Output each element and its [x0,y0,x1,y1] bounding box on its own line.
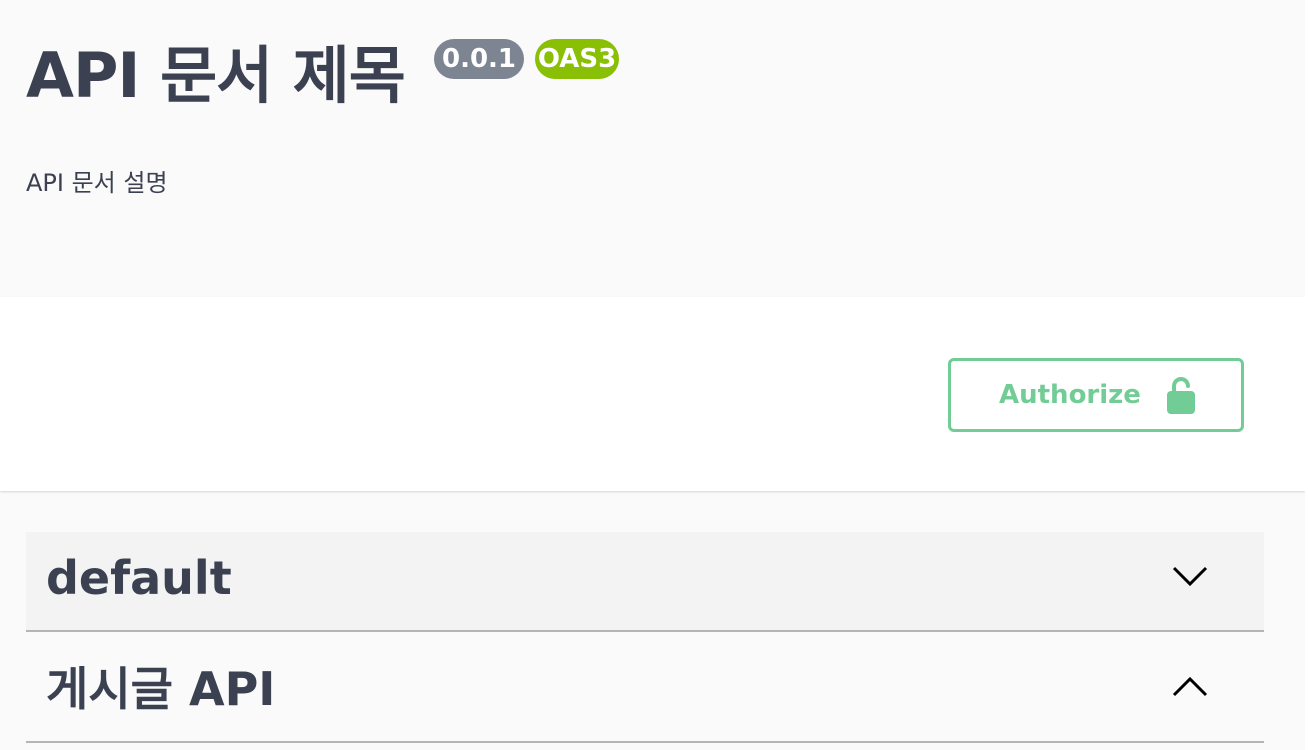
tag-name: default [46,551,232,605]
tag-section-default[interactable]: default [26,532,1264,632]
chevron-down-icon[interactable] [1172,564,1208,588]
tag-section-post-api[interactable]: 게시글 API [26,643,1264,743]
oas-badge: OAS3 [535,39,619,79]
info-section: API 문서 제목 0.0.1 OAS3 API 문서 설명 [0,0,1305,297]
api-description: API 문서 설명 [26,169,168,197]
tag-name: 게시글 API [46,662,276,716]
version-badge: 0.0.1 [434,39,524,79]
scheme-container: Authorize [0,297,1305,491]
page-title: API 문서 제목 [26,39,406,112]
authorize-button-label: Authorize [999,380,1141,410]
unlocked-lock-icon [1167,377,1195,414]
chevron-up-icon[interactable] [1172,675,1208,699]
authorize-button[interactable]: Authorize [948,358,1244,432]
